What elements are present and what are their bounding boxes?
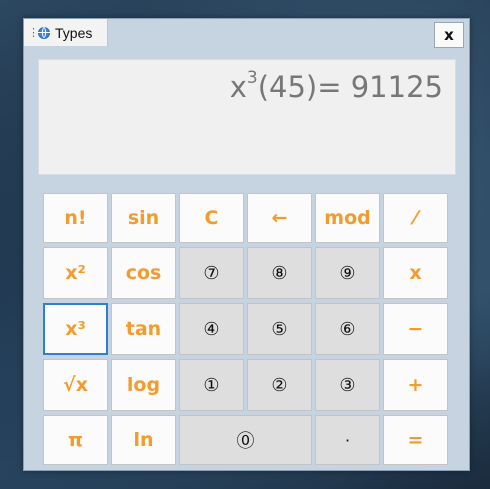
key-digit-8-button[interactable]: ⑧ (247, 247, 312, 299)
key-pi-button[interactable]: π (43, 415, 108, 465)
key-sqrt-button[interactable]: √x (43, 359, 108, 411)
key-digit-5-button[interactable]: ⑤ (247, 303, 312, 355)
grip-icon[interactable]: ⋮ (28, 27, 39, 38)
key-digit-3-button[interactable]: ③ (315, 359, 380, 411)
key-digit-9-button[interactable]: ⑨ (315, 247, 380, 299)
close-button[interactable]: x (434, 22, 464, 48)
key-backspace-button[interactable]: ← (247, 193, 312, 243)
display-text: x3(45)= 91125 (229, 68, 443, 104)
key-digit-4-button[interactable]: ④ (179, 303, 244, 355)
key-log-button[interactable]: log (111, 359, 176, 411)
key-digit-1-button[interactable]: ① (179, 359, 244, 411)
window-tab[interactable]: ⋮ Types (24, 19, 108, 46)
key-sin-button[interactable]: sin (111, 193, 176, 243)
key-tan-button[interactable]: tan (111, 303, 176, 355)
title-bar: ⋮ Types x (24, 19, 469, 49)
key-clear-button[interactable]: C (179, 193, 244, 243)
key-ln-button[interactable]: ln (111, 415, 176, 465)
calculator-window: ⋮ Types x x3(45)= 91125 n! sin C ← mod ⁄ x² cos… (23, 18, 470, 471)
key-factorial-button[interactable]: n! (43, 193, 108, 243)
window-title: Types (55, 24, 93, 41)
key-multiply-button[interactable]: x (383, 247, 448, 299)
key-cube-button[interactable]: x³ (43, 303, 108, 355)
key-add-button[interactable]: + (383, 359, 448, 411)
display-expression: (45)= 91125 (257, 70, 443, 104)
key-digit-6-button[interactable]: ⑥ (315, 303, 380, 355)
key-digit-2-button[interactable]: ② (247, 359, 312, 411)
result-display: x3(45)= 91125 (38, 59, 456, 175)
key-digit-7-button[interactable]: ⑦ (179, 247, 244, 299)
keypad: n! sin C ← mod ⁄ x² cos ⑦ ⑧ ⑨ x x³ tan ④ ⑤ ⑥ − √x log ① ② ③ + π l… (43, 193, 448, 465)
key-cos-button[interactable]: cos (111, 247, 176, 299)
key-mod-button[interactable]: mod (315, 193, 380, 243)
key-equals-button[interactable]: = (383, 415, 448, 465)
key-square-button[interactable]: x² (43, 247, 108, 299)
key-decimal-button[interactable]: · (315, 415, 380, 465)
display-exponent: 3 (246, 68, 258, 89)
globe-icon (38, 26, 50, 39)
display-base: x (229, 70, 247, 104)
key-digit-0-button[interactable]: ⓪ (179, 415, 312, 465)
key-subtract-button[interactable]: − (383, 303, 448, 355)
key-divide-button[interactable]: ⁄ (383, 193, 448, 243)
